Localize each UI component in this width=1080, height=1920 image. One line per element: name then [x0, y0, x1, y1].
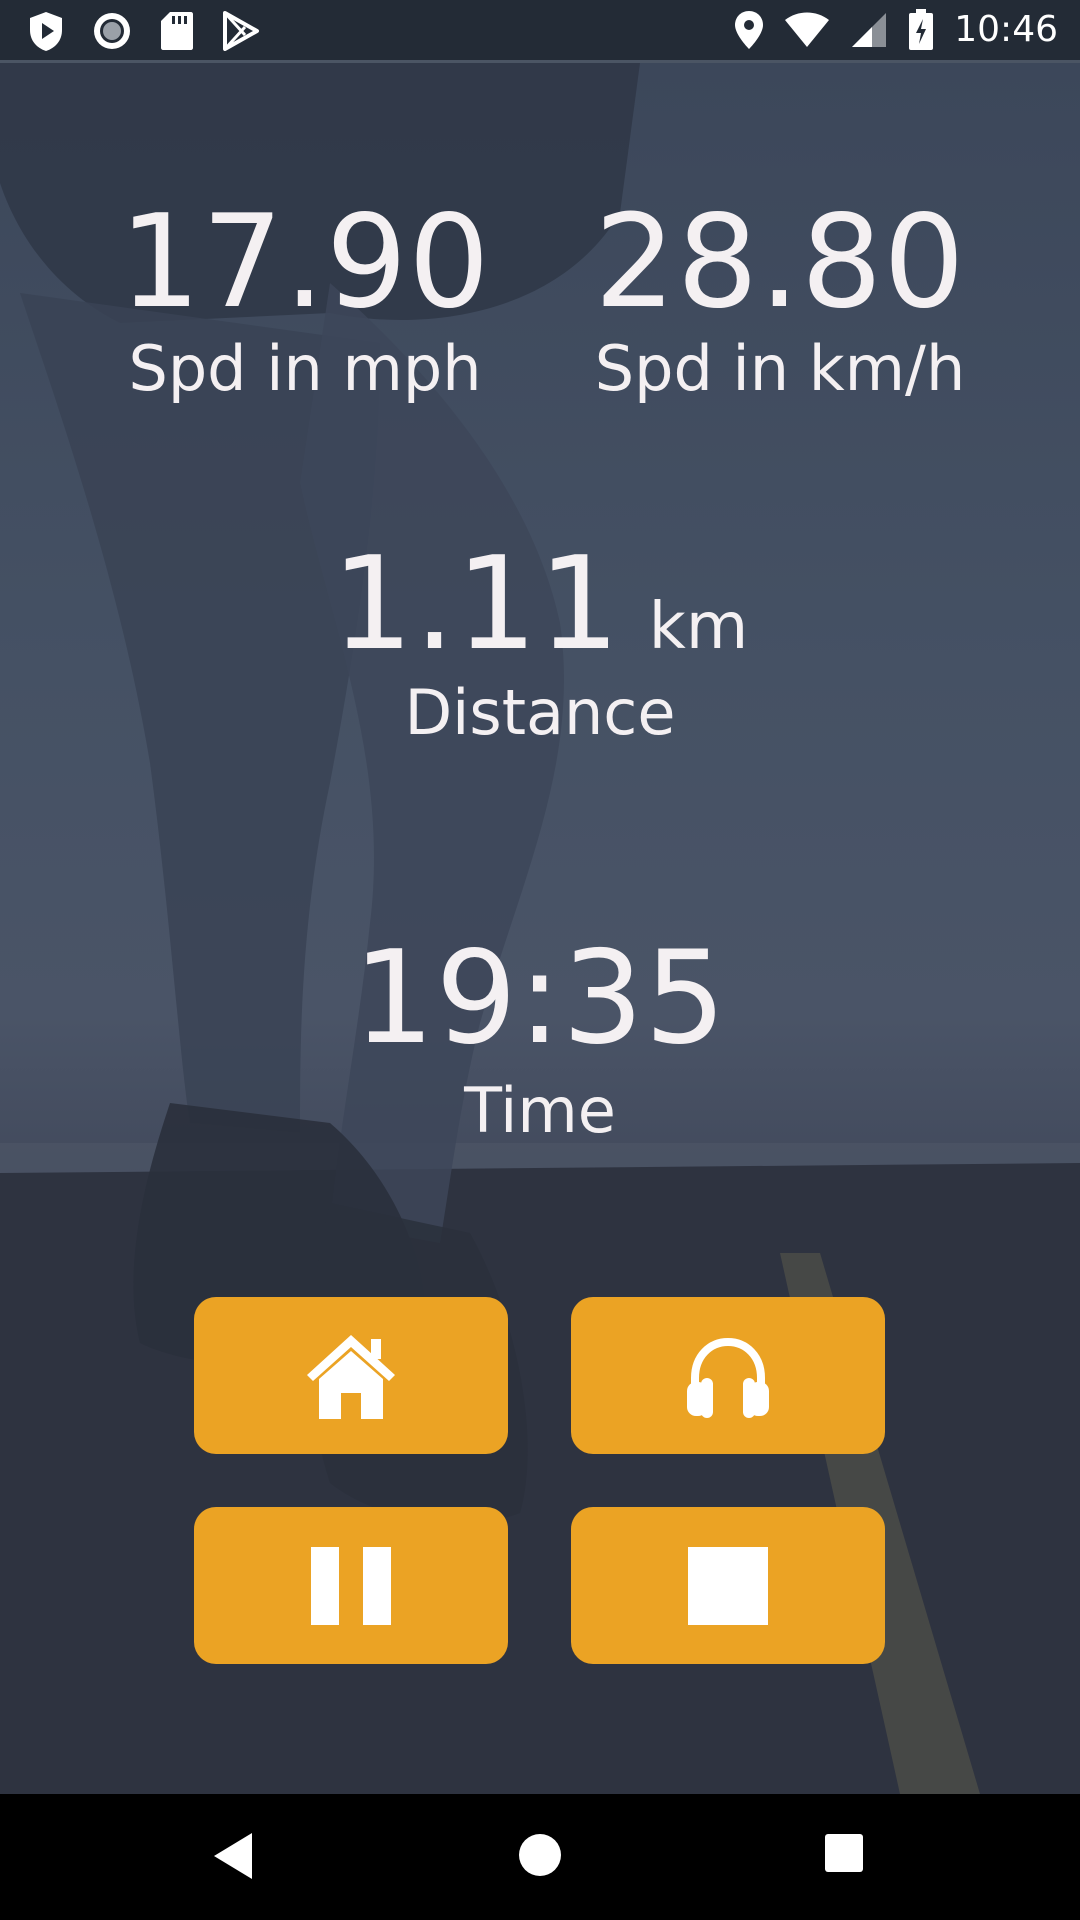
home-button[interactable] — [194, 1297, 508, 1454]
wifi-icon — [784, 12, 830, 48]
sd-card-icon — [160, 11, 194, 51]
speed-kmh-value: 28.80 — [594, 188, 966, 337]
stop-button[interactable] — [571, 1507, 885, 1664]
speed-kmh-metric: 28.80 Spd in km/h — [570, 198, 990, 404]
shield-play-icon — [28, 10, 64, 52]
signal-icon — [850, 11, 888, 49]
pause-icon — [311, 1546, 391, 1625]
play-store-icon — [222, 11, 260, 51]
distance-unit: km — [648, 590, 749, 664]
time-label: Time — [464, 1074, 616, 1147]
pause-button[interactable] — [194, 1507, 508, 1664]
radio-icon — [92, 11, 132, 51]
battery-charging-icon — [908, 9, 934, 51]
status-clock: 10:46 — [954, 9, 1058, 50]
speed-kmh-label: Spd in km/h — [594, 332, 966, 405]
distance-value: 1.11 — [331, 530, 621, 679]
speed-mph-metric: 17.90 Spd in mph — [110, 198, 500, 404]
time-value: 19:35 — [353, 924, 727, 1073]
speed-mph-value: 17.90 — [119, 188, 491, 337]
navigation-bar — [0, 1794, 1080, 1920]
back-icon[interactable] — [210, 1831, 256, 1885]
recents-icon[interactable] — [822, 1831, 866, 1879]
distance-metric: 1.11 km Distance — [240, 540, 840, 748]
distance-label: Distance — [404, 676, 676, 749]
stop-icon — [688, 1546, 768, 1625]
time-metric: 19:35 Time — [240, 934, 840, 1146]
status-bar: 10:46 — [0, 0, 1080, 63]
location-icon — [734, 10, 764, 50]
music-button[interactable] — [571, 1297, 885, 1454]
screen: 10:46 17.90 Spd in mph 28.80 Spd in km/h… — [0, 0, 1080, 1920]
headphones-icon — [683, 1334, 773, 1418]
speed-mph-label: Spd in mph — [128, 332, 482, 405]
home-icon — [305, 1333, 397, 1419]
home-circle-icon[interactable] — [516, 1831, 564, 1883]
